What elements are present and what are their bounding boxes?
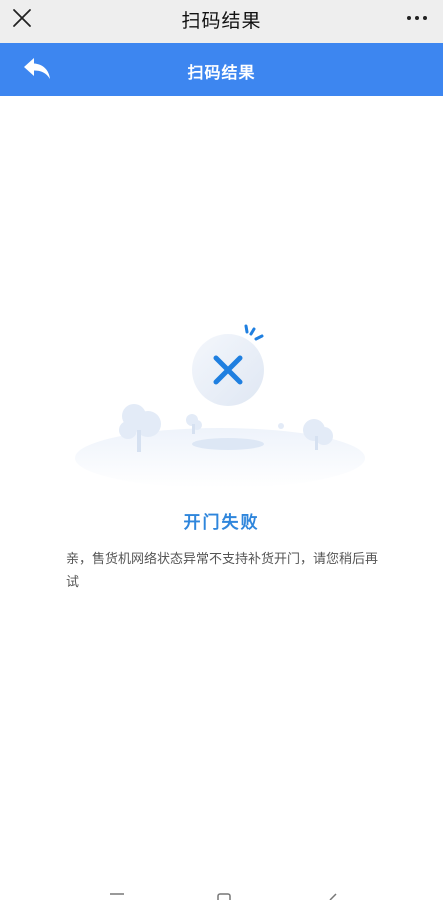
x-circle-icon [192, 324, 264, 406]
system-nav-bar [0, 890, 443, 900]
page-header: 扫码结果 [0, 43, 443, 96]
result-message: 亲，售货机网络状态异常不支持补货开门，请您稍后再试 [66, 552, 379, 590]
native-title: 扫码结果 [181, 10, 262, 32]
back-nav-icon[interactable] [326, 892, 342, 900]
menu-icon[interactable] [108, 892, 126, 900]
native-title-bar: 扫码结果 [0, 0, 443, 43]
page: 扫码结果 扫码结果 开门失败 亲，售货机网络状态异常不支持补货开门，请您稍后再试 [0, 0, 443, 900]
more-icon[interactable] [405, 8, 429, 28]
header-title: 扫码结果 [187, 63, 256, 82]
home-icon[interactable] [216, 892, 232, 900]
failure-illustration [75, 324, 365, 488]
result-title: 开门失败 [183, 513, 260, 533]
